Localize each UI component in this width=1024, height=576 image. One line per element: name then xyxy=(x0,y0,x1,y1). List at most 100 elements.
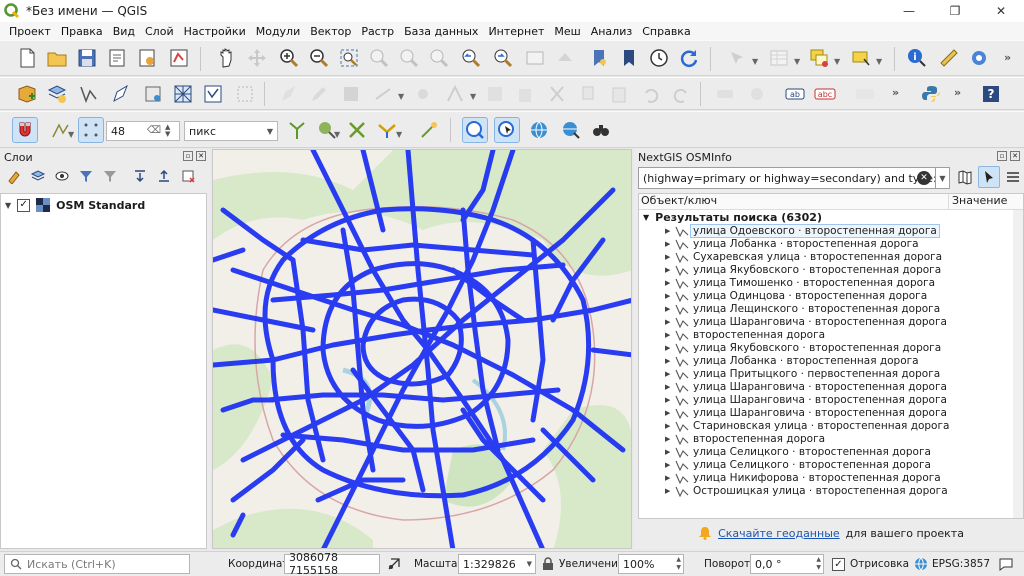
layer-labeling-icon[interactable]: ab xyxy=(782,81,808,107)
osminfo-globe-icon[interactable] xyxy=(526,117,552,143)
menu-settings[interactable]: Настройки xyxy=(179,25,251,38)
snap-intersection-icon[interactable] xyxy=(344,117,370,143)
toggle-editing-icon[interactable] xyxy=(276,81,302,107)
expand-arrow-icon[interactable]: ▶ xyxy=(665,383,675,391)
expand-all-icon[interactable] xyxy=(132,168,148,184)
expand-arrow-icon[interactable]: ▶ xyxy=(665,305,675,313)
toolbar2-more-icon[interactable]: » xyxy=(892,86,899,99)
layer-style-icon[interactable] xyxy=(6,168,22,184)
layer-visibility-checkbox[interactable]: ✓ xyxy=(17,198,31,212)
pan-to-selection-icon[interactable] xyxy=(244,45,270,71)
result-row[interactable]: ▶ улица Лобанка · второстепенная дорога xyxy=(665,354,919,367)
add-line-icon[interactable] xyxy=(370,81,396,107)
copy-features-icon[interactable] xyxy=(576,81,602,107)
expand-arrow-icon[interactable]: ▶ xyxy=(665,292,675,300)
modify-attributes-icon[interactable] xyxy=(482,81,508,107)
expand-arrow-icon[interactable]: ▶ xyxy=(665,344,675,352)
layout-manager-icon[interactable] xyxy=(134,45,160,71)
style-manager-icon[interactable] xyxy=(166,45,192,71)
map-canvas[interactable] xyxy=(212,149,632,549)
render-checkbox[interactable]: ✓ xyxy=(832,558,845,571)
cursor-select-icon[interactable] xyxy=(978,166,1000,188)
results-scrollbar[interactable] xyxy=(1013,210,1023,518)
label-tool-icon[interactable] xyxy=(712,81,738,107)
menu-plugins[interactable]: Модули xyxy=(251,25,306,38)
expand-arrow-icon[interactable]: ▶ xyxy=(665,422,675,430)
spin-arrows-icon[interactable]: ▲ ▼ xyxy=(676,556,681,572)
result-row[interactable]: ▶ Сухаревская улица · второстепенная доро… xyxy=(665,250,942,263)
collapse-all-icon[interactable] xyxy=(156,168,172,184)
rotation-spinbox[interactable]: 0,0 ° ▲ ▼ xyxy=(750,554,824,574)
identify-info-icon[interactable]: i xyxy=(904,45,930,71)
pan-map-icon[interactable] xyxy=(214,45,240,71)
expand-arrow-icon[interactable]: ▶ xyxy=(665,279,675,287)
menu-hamburger-icon[interactable] xyxy=(1002,166,1024,188)
magnifier-spinbox[interactable]: 100% ▲ ▼ xyxy=(618,554,684,574)
menu-vector[interactable]: Вектор xyxy=(305,25,356,38)
toolbar2-more2-icon[interactable]: » xyxy=(954,86,961,99)
close-panel-icon[interactable]: ✕ xyxy=(1010,151,1020,161)
result-row[interactable]: ▶ улица Тимошенко · второстепенная дорога xyxy=(665,276,935,289)
zoom-in-icon[interactable] xyxy=(276,45,302,71)
menu-raster[interactable]: Растр xyxy=(356,25,399,38)
result-row[interactable]: ▶ улица Шаранговича · второстепенная доро… xyxy=(665,315,947,328)
help-icon[interactable]: ? xyxy=(978,81,1004,107)
column-object-key[interactable]: Объект/ключ xyxy=(639,194,949,209)
new-project-icon[interactable] xyxy=(14,45,40,71)
select-features-icon[interactable] xyxy=(806,45,832,71)
expand-arrow-icon[interactable]: ▶ xyxy=(665,240,675,248)
filter-expression-icon[interactable] xyxy=(102,168,118,184)
snapping-tolerance-spinbox[interactable]: 48 ⌫ ▲ ▼ xyxy=(106,121,180,141)
map-book-icon[interactable] xyxy=(954,166,976,188)
identify-features-icon[interactable] xyxy=(724,45,750,71)
crs-globe-icon[interactable] xyxy=(914,557,928,571)
save-edits-icon[interactable] xyxy=(338,81,364,107)
expand-arrow-icon[interactable]: ▶ xyxy=(665,331,675,339)
result-row[interactable]: ▶ улица Селицкого · второстепенная дорога xyxy=(665,458,931,471)
result-row[interactable]: ▶ улица Лобанка · второстепенная дорога xyxy=(665,237,919,250)
results-root[interactable]: ▼ Результаты поиска (6302) xyxy=(643,211,822,224)
undo-icon[interactable] xyxy=(638,81,664,107)
python-console-icon[interactable] xyxy=(918,81,944,107)
highlight-label-icon[interactable] xyxy=(744,81,770,107)
result-row[interactable]: ▶ Острошицкая улица · второстепенная доро… xyxy=(665,484,948,497)
minimize-button[interactable]: — xyxy=(886,0,932,22)
label-style-icon[interactable]: abc xyxy=(812,81,838,107)
attribute-table-icon[interactable] xyxy=(766,45,792,71)
select-by-expression-icon[interactable] xyxy=(848,45,874,71)
menu-processing[interactable]: Анализ xyxy=(586,25,638,38)
expand-arrow-icon[interactable]: ▶ xyxy=(665,357,675,365)
locator-search-input[interactable]: Искать (Ctrl+K) xyxy=(4,554,190,574)
expand-arrow-icon[interactable]: ▶ xyxy=(665,474,675,482)
zoom-next-icon[interactable] xyxy=(490,45,516,71)
toolbar-more-icon[interactable]: » xyxy=(1004,51,1011,64)
result-row[interactable]: ▶ Стариновская улица · второстепенная дор… xyxy=(665,419,949,432)
expand-arrow-icon[interactable]: ▶ xyxy=(665,409,675,417)
expand-arrow-icon[interactable]: ▶ xyxy=(665,253,675,261)
pin-labels-icon[interactable] xyxy=(852,81,878,107)
print-layout-icon[interactable] xyxy=(104,45,130,71)
visibility-eye-icon[interactable] xyxy=(54,168,70,184)
query-history-dropdown-icon[interactable]: ▼ xyxy=(936,167,950,189)
expand-arrow-icon[interactable]: ▶ xyxy=(665,396,675,404)
temporal-controller-icon[interactable] xyxy=(646,45,672,71)
result-row[interactable]: ▶ улица Якубовского · второстепенная доро… xyxy=(665,341,941,354)
result-row[interactable]: ▶ второстепенная дорога xyxy=(665,328,825,341)
result-row[interactable]: ▶ улица Одинцова · второстепенная дорога xyxy=(665,289,927,302)
spin-arrows-icon[interactable]: ▲ ▼ xyxy=(165,122,177,140)
new-map-view-icon[interactable] xyxy=(522,45,548,71)
add-mesh-icon[interactable] xyxy=(170,81,196,107)
clear-query-icon[interactable]: ✕ xyxy=(917,171,931,185)
settings-gear-icon[interactable] xyxy=(966,45,992,71)
vertex-tool-icon[interactable] xyxy=(232,81,258,107)
result-row[interactable]: ▶ улица Шаранговича · второстепенная доро… xyxy=(665,406,947,419)
result-row[interactable]: ▶ улица Никифорова · второстепенная дорог… xyxy=(665,471,941,484)
collapse-arrow-icon[interactable]: ▼ xyxy=(643,213,649,222)
zoom-native-icon[interactable] xyxy=(426,45,452,71)
snapping-units-combo[interactable]: пикс ▼ xyxy=(184,121,278,141)
node-tool-icon[interactable] xyxy=(442,81,468,107)
crs-label[interactable]: EPSG:3857 xyxy=(932,558,990,570)
snapping-magnet-icon[interactable] xyxy=(12,117,38,143)
add-raster-icon[interactable] xyxy=(140,81,166,107)
new-bookmark-icon[interactable] xyxy=(586,45,612,71)
